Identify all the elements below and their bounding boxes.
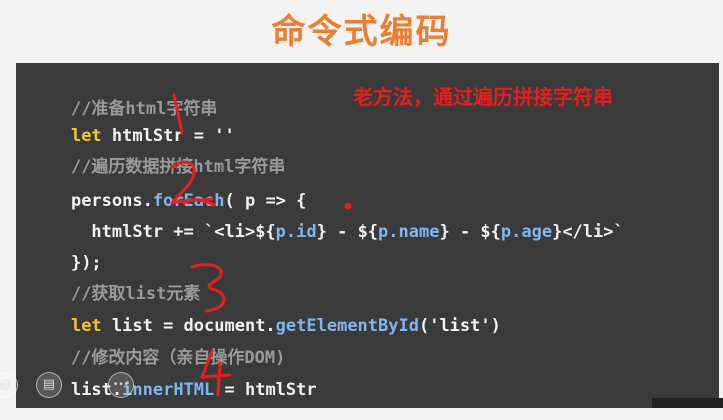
code-template: }</li>` — [552, 222, 624, 242]
bottom-strip — [652, 398, 723, 408]
code-var: p.age — [500, 222, 553, 242]
code-line-5: htmlStr += `<li>${p.id} - ${p.name} - ${… — [30, 202, 624, 262]
code-template: `<li>${ — [204, 222, 276, 242]
code-method: getElementById — [275, 316, 419, 336]
code-line-10: list.innerHTML = htmlStr — [30, 360, 317, 420]
more-icon[interactable]: ••• — [108, 372, 134, 398]
annotation-text: 老方法，通过遍历拼接字符串 — [353, 85, 613, 109]
code-template: } - ${ — [316, 222, 379, 242]
slide-title: 命令式编码 — [271, 12, 452, 52]
code-var: p.id — [275, 222, 317, 242]
code-property: innerHTML — [122, 380, 215, 400]
menu-icon[interactable]: ▤ — [36, 372, 62, 398]
code-text: = htmlStr — [214, 380, 317, 400]
code-text: ('list') — [418, 316, 501, 336]
code-panel: 老方法，通过遍历拼接字符串 //准备html字符串 let htmlStr = … — [16, 63, 719, 408]
code-template: } - ${ — [439, 222, 501, 242]
code-var: p.name — [378, 222, 440, 242]
